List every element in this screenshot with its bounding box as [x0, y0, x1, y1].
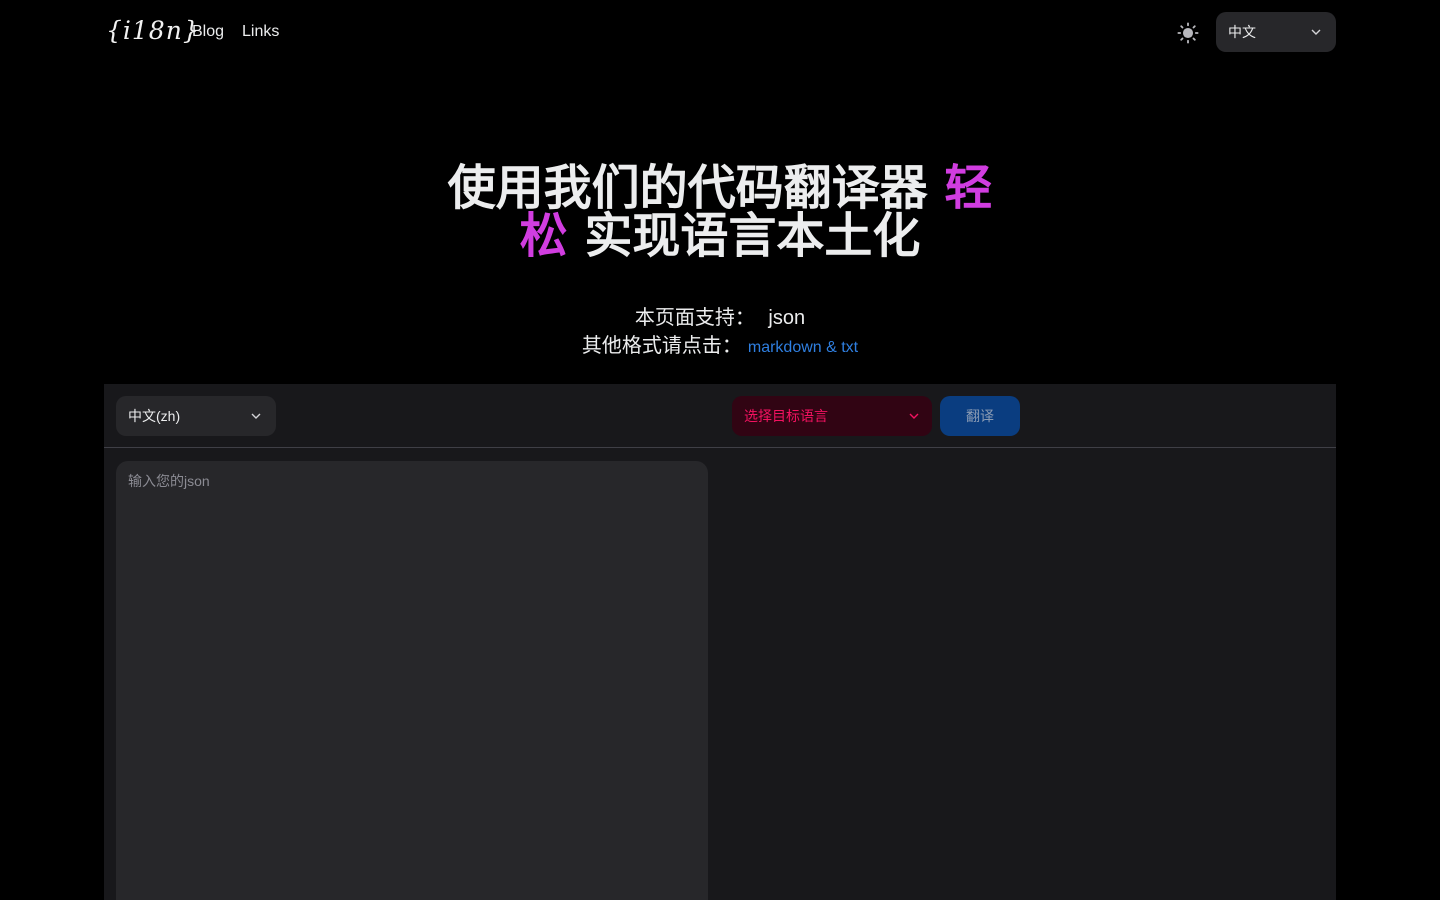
nav-link-blog[interactable]: Blog — [192, 20, 224, 44]
translator-editor: 中文(zh) 选择目标语言 翻译 — [104, 384, 1336, 900]
other-formats-label: 其他格式请点击： — [581, 335, 742, 357]
supported-format-label: 本页面支持： — [634, 307, 755, 329]
other-formats-line: 其他格式请点击： markdown & txt — [0, 332, 1440, 362]
source-language-value: 中文(zh) — [128, 408, 181, 424]
supported-format-value: json — [768, 307, 806, 329]
source-language-select[interactable]: 中文(zh) — [116, 396, 276, 436]
source-json-input[interactable] — [116, 461, 708, 900]
other-formats-link[interactable]: markdown & txt — [748, 339, 858, 356]
theme-toggle-button[interactable] — [1176, 21, 1200, 45]
target-language-select[interactable]: 选择目标语言 — [732, 396, 932, 436]
editor-toolbar: 中文(zh) 选择目标语言 翻译 — [104, 384, 1336, 448]
chevron-down-icon — [1311, 29, 1321, 35]
language-select[interactable]: 中文 — [1216, 12, 1336, 52]
navbar: {i18n} Blog Links 中文 — [0, 0, 1440, 64]
target-language-placeholder: 选择目标语言 — [744, 408, 828, 424]
sun-icon — [1177, 22, 1199, 44]
translate-button[interactable]: 翻译 — [940, 396, 1020, 436]
title-part-2: 实现语言本土化 — [567, 208, 921, 264]
nav-link-links[interactable]: Links — [242, 20, 279, 44]
translation-output — [720, 449, 1336, 900]
supported-format-line: 本页面支持： json — [0, 304, 1440, 332]
chevron-down-icon — [909, 413, 919, 419]
language-select-value: 中文 — [1228, 24, 1256, 40]
page-title: 使用我们的代码翻译器 轻松 实现语言本土化 — [440, 164, 1000, 260]
chevron-down-icon — [251, 413, 261, 419]
logo[interactable]: {i18n} — [106, 14, 200, 48]
